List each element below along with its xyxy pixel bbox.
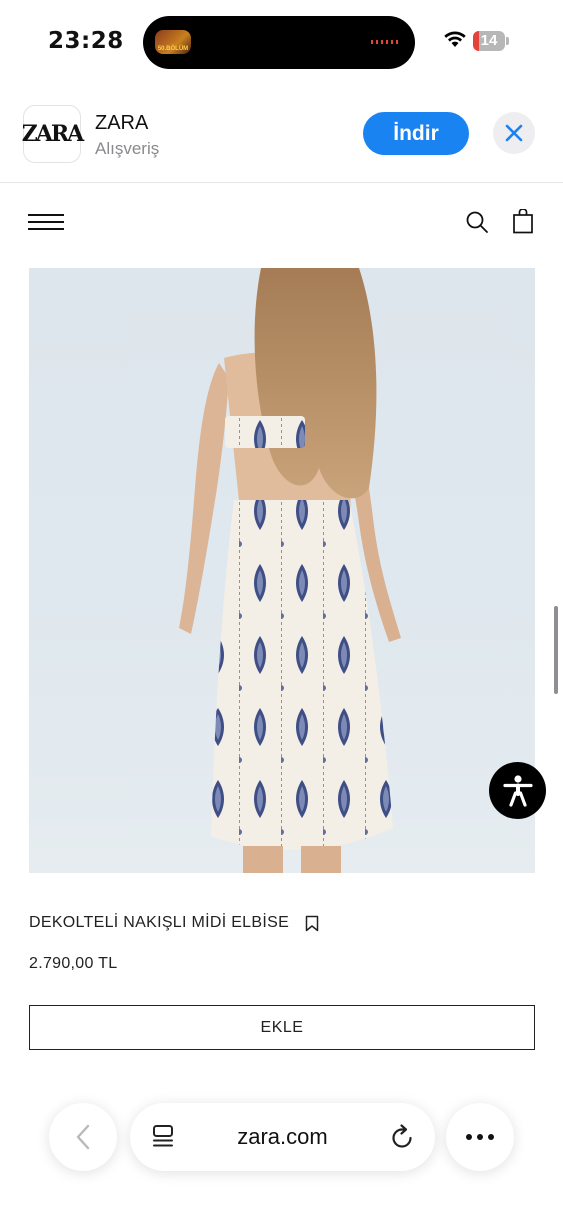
smart-app-banner: ZARA ZARA Alışveriş İndir [0,94,563,183]
product-photo [179,268,401,873]
product-image[interactable] [29,268,535,873]
dynamic-island[interactable]: 50.BÖLÜM [143,16,415,69]
scroll-indicator[interactable] [554,606,558,694]
close-banner-button[interactable] [493,112,535,154]
product-price: 2.790,00 TL [29,955,118,972]
more-button[interactable] [446,1103,514,1171]
reload-icon[interactable] [389,1123,415,1151]
island-badge-text: 50.BÖLÜM [157,46,189,52]
get-app-button[interactable]: İndir [363,112,469,155]
status-bar: 23:28 50.BÖLÜM 14 [0,0,563,84]
add-to-cart-button[interactable]: EKLE [29,1005,535,1050]
search-icon[interactable] [465,210,489,234]
battery-icon: 14 [473,31,509,51]
app-icon[interactable]: ZARA [22,105,84,163]
product-name: DEKOLTELİ NAKIŞLI MİDİ ELBİSE [29,914,290,931]
bookmark-icon[interactable] [305,915,319,932]
close-icon [505,124,523,142]
more-icon [466,1134,494,1140]
shopping-bag-icon[interactable] [512,209,534,234]
site-header [0,190,563,254]
live-activity-indicator [371,40,401,44]
accessibility-icon [502,774,533,807]
status-time: 23:28 [48,28,124,54]
back-button[interactable] [49,1103,117,1171]
app-category: Alışveriş [95,139,160,158]
menu-icon[interactable] [28,214,64,230]
app-name: ZARA [95,112,149,134]
live-activity-thumbnail: 50.BÖLÜM [155,30,191,54]
product-name-row: DEKOLTELİ NAKIŞLI MİDİ ELBİSE [29,914,319,932]
address-bar[interactable]: zara.com [130,1103,435,1171]
wifi-icon [444,31,466,47]
back-chevron-icon [76,1124,90,1150]
accessibility-button[interactable] [489,762,546,819]
battery-level: 14 [480,32,498,49]
